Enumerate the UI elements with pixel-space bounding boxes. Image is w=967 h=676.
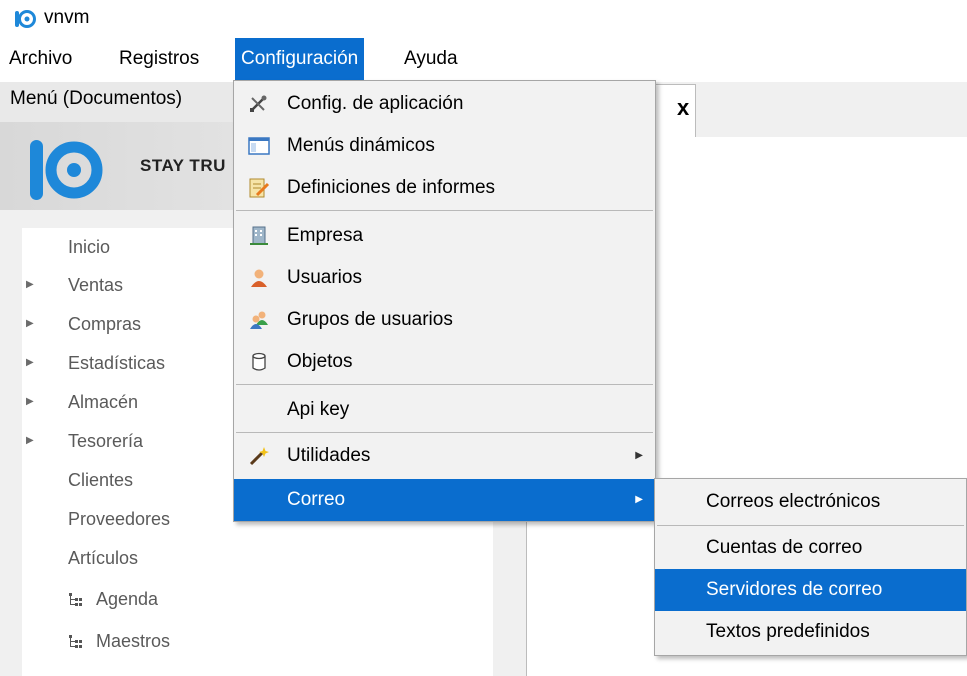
title-bar: vnvm xyxy=(0,0,967,38)
menu-separator xyxy=(657,525,964,526)
nav-label: Agenda xyxy=(96,589,159,609)
expand-arrow-icon[interactable]: ▶ xyxy=(26,305,34,343)
user-icon xyxy=(251,269,267,287)
expand-arrow-icon[interactable]: ▶ xyxy=(26,383,34,421)
menu-item-label: Config. de aplicación xyxy=(287,93,464,114)
menu-item-menus-dinamicos[interactable]: Menús dinámicos xyxy=(234,125,655,167)
app-logo-icon xyxy=(15,10,36,28)
brand-slogan: STAY TRU xyxy=(140,156,226,175)
close-icon[interactable]: x xyxy=(677,95,689,121)
submenu-arrow-icon: ▶ xyxy=(635,450,643,461)
expand-arrow-icon[interactable]: ▶ xyxy=(26,344,34,382)
submenu-item-cuentas-correo[interactable]: Cuentas de correo xyxy=(655,527,966,569)
menu-item-correo[interactable]: Correo ▶ xyxy=(234,479,655,521)
nav-label: Artículos xyxy=(68,548,139,568)
menu-item-usuarios[interactable]: Usuarios xyxy=(234,257,655,299)
menu-item-api-key[interactable]: Api key xyxy=(234,389,655,431)
menu-item-label: Api key xyxy=(287,399,350,420)
nav-label: Compras xyxy=(68,314,142,334)
cylinder-icon xyxy=(252,352,266,371)
menu-item-label: Definiciones de informes xyxy=(287,177,496,198)
submenu-item-correos-electronicos[interactable]: Correos electrónicos xyxy=(655,481,966,523)
tree-icon xyxy=(69,635,82,648)
menu-bar: Archivo Registros Configuración Ayuda xyxy=(0,38,967,80)
nav-label: Maestros xyxy=(96,631,171,651)
nav-label: Ventas xyxy=(68,275,124,295)
panel-title: Menú (Documentos) xyxy=(10,88,183,109)
menu-item-utilidades[interactable]: Utilidades ▶ xyxy=(234,435,655,477)
menu-registros[interactable]: Registros xyxy=(113,38,205,80)
menu-item-config-aplicacion[interactable]: Config. de aplicación xyxy=(234,83,655,125)
menu-ayuda[interactable]: Ayuda xyxy=(398,38,464,80)
users-group-icon xyxy=(250,311,268,329)
menu-item-label: Empresa xyxy=(287,225,364,246)
menu-archivo[interactable]: Archivo xyxy=(3,38,78,80)
tools-icon xyxy=(250,95,267,112)
window-title: vnvm xyxy=(44,7,90,28)
menu-item-definiciones-informes[interactable]: Definiciones de informes xyxy=(234,167,655,209)
menu-item-label: Utilidades xyxy=(287,445,371,466)
nav-label: Inicio xyxy=(68,237,111,257)
brand-logo-icon xyxy=(30,140,103,200)
menu-separator xyxy=(236,432,653,433)
submenu-item-label: Correos electrónicos xyxy=(706,491,881,512)
magic-wand-icon xyxy=(249,447,269,466)
submenu-item-label: Cuentas de correo xyxy=(706,537,863,558)
menu-item-grupos-usuarios[interactable]: Grupos de usuarios xyxy=(234,299,655,341)
menu-item-label: Correo xyxy=(287,489,346,510)
menu-separator xyxy=(236,384,653,385)
menu-item-label: Objetos xyxy=(287,351,353,372)
menu-item-label: Usuarios xyxy=(287,267,362,288)
nav-label: Almacén xyxy=(68,392,139,412)
nav-label: Clientes xyxy=(68,470,134,490)
menu-separator xyxy=(236,210,653,211)
submenu-item-textos-predefinidos[interactable]: Textos predefinidos xyxy=(655,611,966,653)
report-icon xyxy=(249,178,270,198)
menu-item-label: Menús dinámicos xyxy=(287,135,435,156)
window-icon xyxy=(248,137,270,155)
expand-arrow-icon[interactable]: ▶ xyxy=(26,266,34,304)
configuracion-dropdown: Config. de aplicación Menús dinámicos De… xyxy=(233,80,656,522)
submenu-arrow-icon: ▶ xyxy=(635,494,643,505)
submenu-item-label: Servidores de correo xyxy=(706,579,883,600)
tree-icon xyxy=(69,593,82,606)
menu-item-objetos[interactable]: Objetos xyxy=(234,341,655,383)
menu-item-empresa[interactable]: Empresa xyxy=(234,215,655,257)
correo-submenu: Correos electrónicos Cuentas de correo S… xyxy=(654,478,967,656)
menu-configuracion[interactable]: Configuración xyxy=(235,38,365,80)
menu-item-label: Grupos de usuarios xyxy=(287,309,453,330)
building-icon xyxy=(250,226,268,245)
nav-label: Estadísticas xyxy=(68,353,166,373)
submenu-item-label: Textos predefinidos xyxy=(706,621,870,642)
nav-label: Proveedores xyxy=(68,509,171,529)
expand-arrow-icon[interactable]: ▶ xyxy=(26,422,34,460)
nav-label: Tesorería xyxy=(68,431,144,451)
submenu-item-servidores-correo[interactable]: Servidores de correo xyxy=(655,569,966,611)
